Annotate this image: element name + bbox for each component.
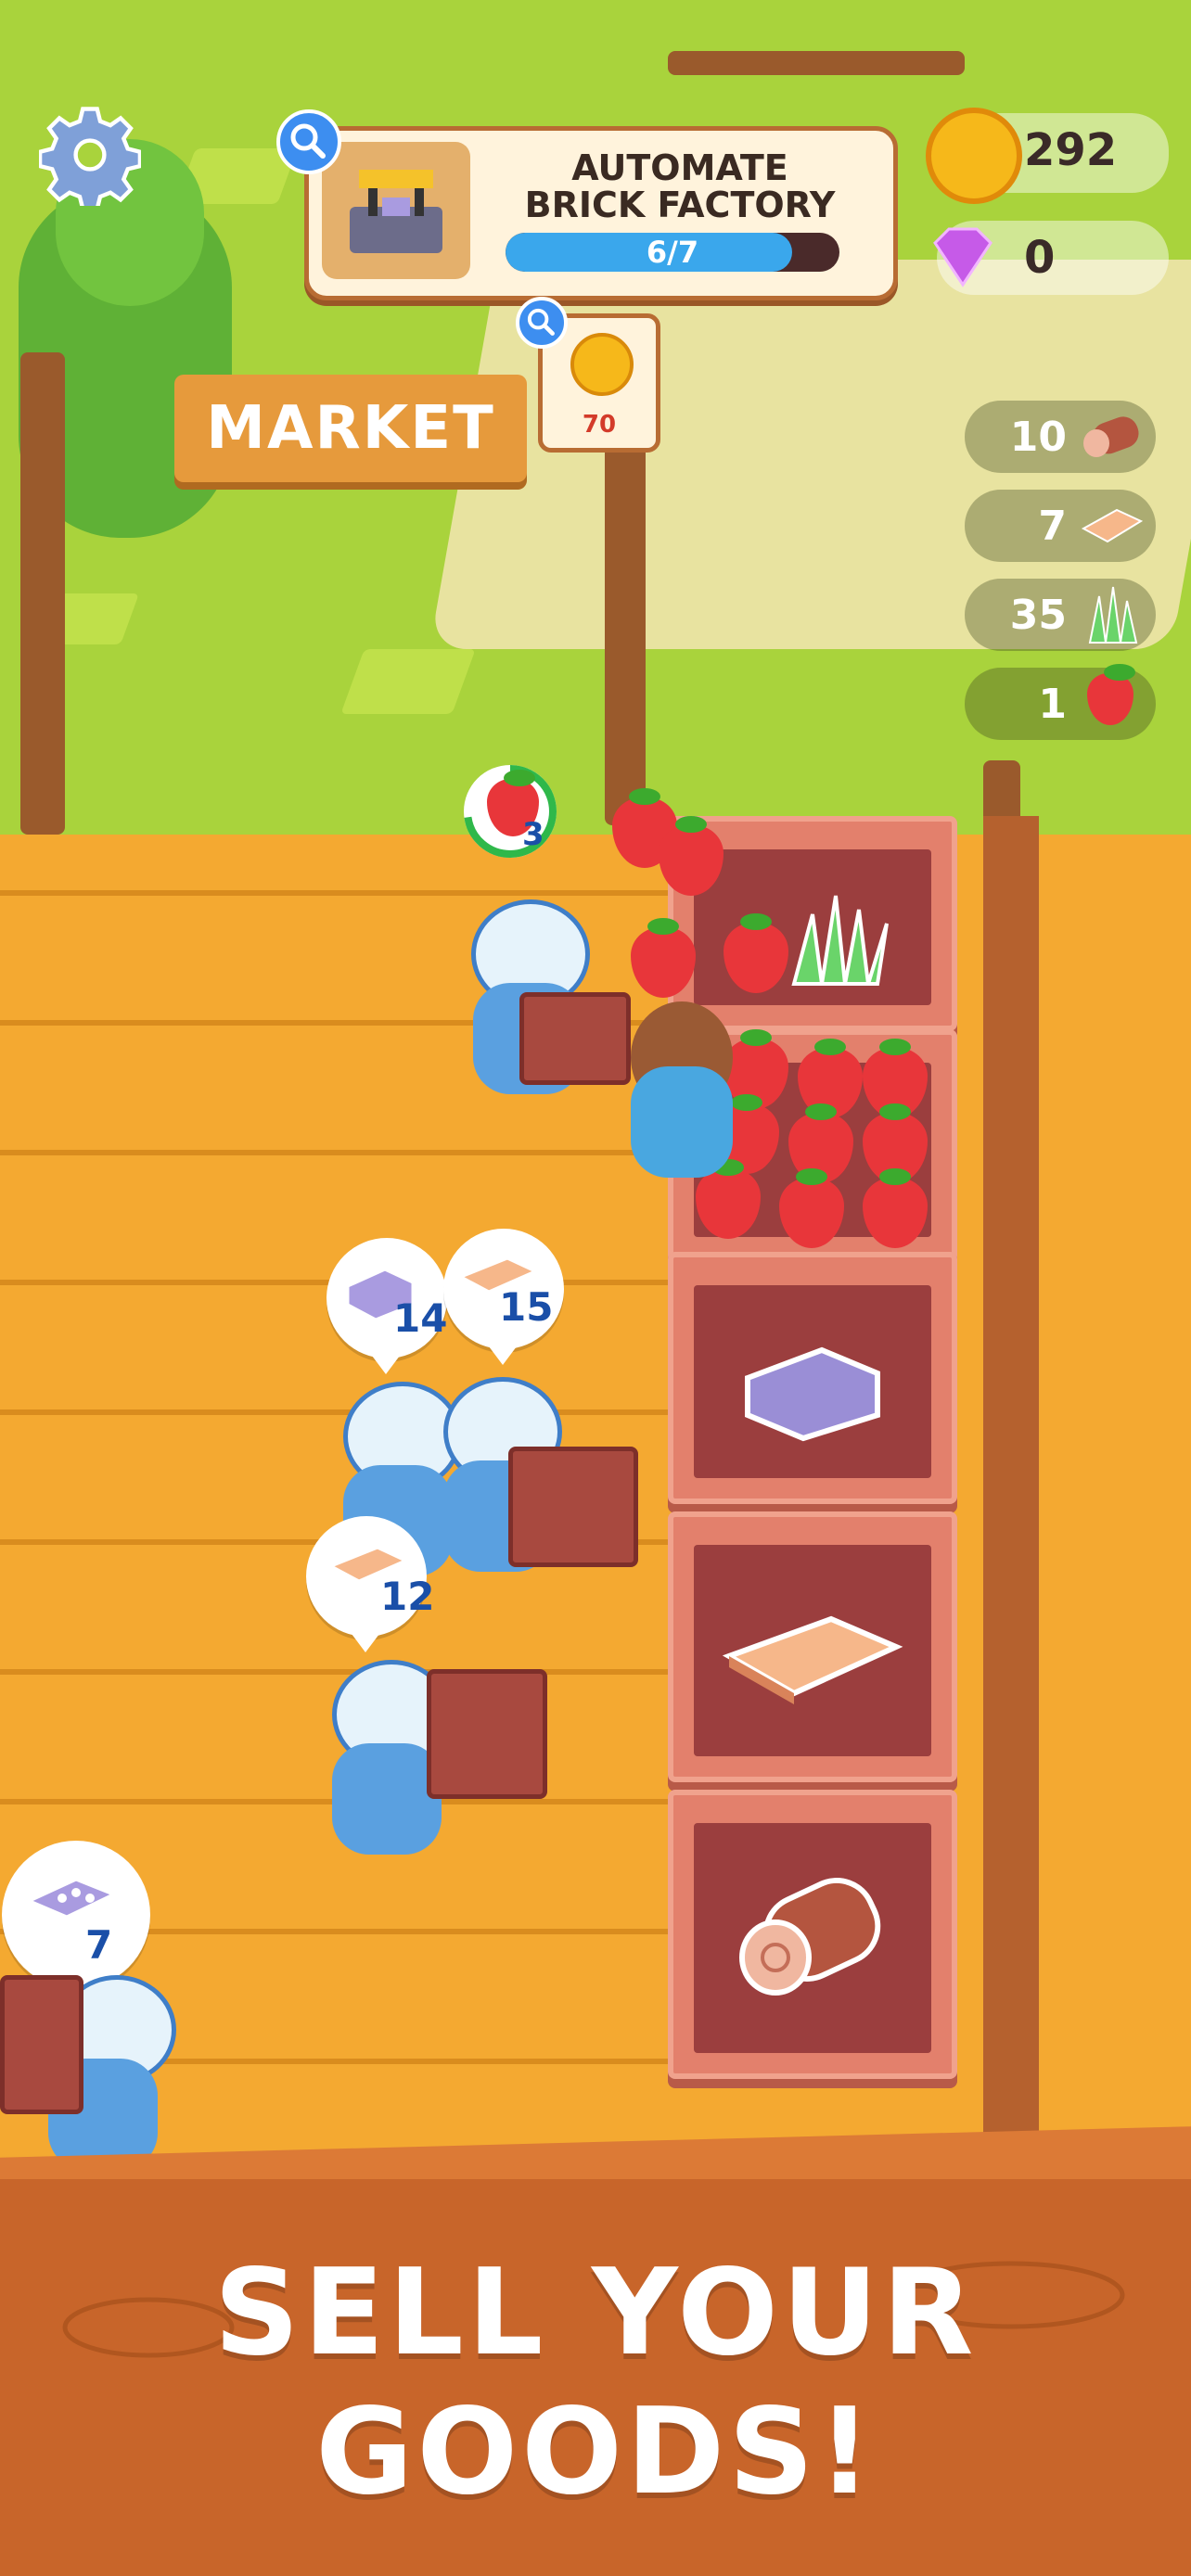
- plank-crate[interactable]: [668, 1511, 957, 1782]
- coin-icon: [570, 333, 634, 396]
- task-card[interactable]: AUTOMATE BRICK FACTORY 6/7: [304, 126, 898, 300]
- resource-count: 10: [1009, 414, 1067, 461]
- banner-line-1: SELL YOUR: [213, 2244, 978, 2382]
- request-count: 12: [380, 1574, 435, 1619]
- market-sign-text: MARKET: [206, 394, 495, 463]
- settings-gear-icon[interactable]: [39, 104, 141, 206]
- worker-crate: [508, 1447, 638, 1567]
- grass-icon: [791, 895, 889, 986]
- grass-tile: [340, 649, 476, 714]
- task-title: AUTOMATE BRICK FACTORY: [485, 149, 875, 223]
- brick-factory-icon: [350, 170, 442, 253]
- gem-count: 0: [1024, 232, 1056, 284]
- worker-crate: [519, 992, 631, 1085]
- deck-plank: [0, 1150, 705, 1155]
- stone-crate[interactable]: [668, 1252, 957, 1504]
- wood-log-icon: [1083, 416, 1139, 457]
- fence-rail: [668, 51, 965, 75]
- wood-log-icon: [739, 1878, 881, 1996]
- request-bubble: 12: [306, 1516, 434, 1637]
- task-title-line: AUTOMATE: [571, 147, 788, 188]
- banner-line-2: GOODS!: [315, 2383, 876, 2521]
- market-price: 70: [582, 411, 617, 439]
- plank-icon: [1081, 508, 1144, 543]
- magnify-icon[interactable]: [516, 297, 568, 349]
- game-scene: 3 14 15 12 7 AUTOMATE BRICK FACTORY 6/7 …: [0, 0, 1191, 2576]
- worker-crate: [0, 1975, 83, 2114]
- task-icon: [322, 142, 470, 279]
- task-title-line: BRICK FACTORY: [524, 185, 836, 225]
- coin-icon: [926, 108, 1022, 204]
- worker-body[interactable]: [332, 1743, 442, 1855]
- player-body[interactable]: [631, 1066, 733, 1178]
- bubble-tail: [486, 1343, 519, 1365]
- magnify-icon[interactable]: [276, 109, 341, 174]
- request-bubble: 15: [443, 1229, 564, 1349]
- deck-edge: [983, 816, 1039, 2170]
- carry-count: 3: [522, 816, 544, 853]
- request-count: 14: [393, 1295, 448, 1341]
- wood-crate[interactable]: [668, 1790, 957, 2079]
- worker-crate: [427, 1669, 547, 1799]
- task-progress-text: 6/7: [646, 235, 699, 270]
- market-sign: MARKET: [174, 375, 527, 482]
- coin-count: 292: [1024, 124, 1118, 176]
- resource-count: 35: [1009, 592, 1067, 639]
- request-bubble: 7: [2, 1841, 150, 1989]
- plank-icon: [722, 1615, 903, 1704]
- request-count: 15: [499, 1284, 554, 1330]
- gem-icon: [933, 227, 992, 287]
- deck-plank: [0, 890, 705, 896]
- fence-post: [20, 352, 65, 835]
- request-count: 7: [85, 1922, 113, 1968]
- request-bubble: 14: [327, 1238, 447, 1358]
- fence-post: [605, 417, 646, 825]
- bubble-tail: [369, 1352, 403, 1374]
- resource-count: 1: [1038, 681, 1067, 728]
- bubble-tail: [349, 1630, 382, 1652]
- resource-count: 7: [1038, 503, 1067, 550]
- stone-block-icon: [745, 1346, 880, 1442]
- grass-icon: [1088, 586, 1138, 644]
- task-progress-bar: 6/7: [506, 233, 839, 272]
